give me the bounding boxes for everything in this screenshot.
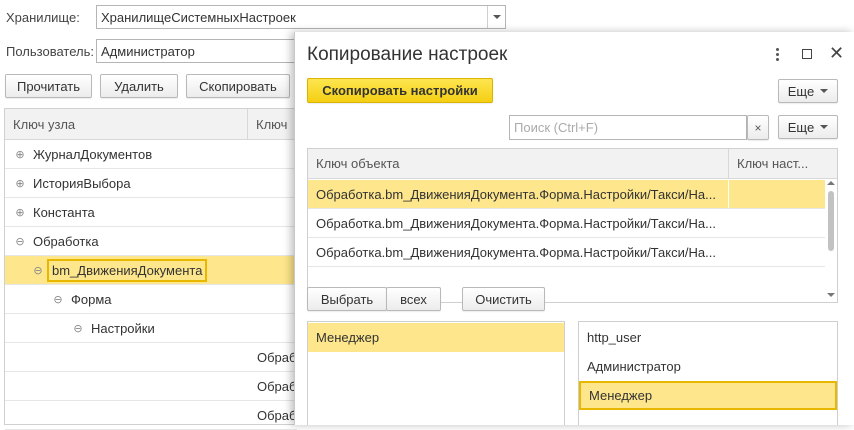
key-cell: Обраб: [257, 349, 297, 365]
object-key-cell: Обработка.bm_ДвиженияДокумента.Форма.Нас…: [316, 244, 716, 260]
search-input[interactable]: Поиск (Ctrl+F): [509, 115, 747, 140]
more-button-label: Еще: [787, 83, 815, 99]
more-button-label: Еще: [787, 119, 815, 135]
tree-row[interactable]: Обраб: [5, 401, 297, 430]
search-placeholder: Поиск (Ctrl+F): [514, 120, 599, 135]
maximize-icon[interactable]: [802, 49, 812, 59]
tree-node-label: Настройки: [91, 320, 155, 336]
settings-key-cell: [729, 180, 825, 208]
storage-field[interactable]: ХранилищеСистемныхНастроек: [96, 5, 506, 29]
tree-row-selected[interactable]: ⊖ bm_ДвиженияДокумента: [5, 256, 297, 285]
chevron-down-icon: [492, 15, 501, 19]
select-button[interactable]: Выбрать: [307, 287, 387, 311]
collapse-icon[interactable]: ⊖: [15, 235, 25, 248]
delete-button[interactable]: Удалить: [100, 74, 178, 98]
more-button-2[interactable]: Еще: [778, 115, 838, 139]
tree-header: Ключ узла Ключ: [5, 109, 297, 140]
object-key-cell: Обработка.bm_ДвиженияДокумента.Форма.Нас…: [308, 180, 729, 208]
storage-dropdown-button[interactable]: [487, 6, 505, 28]
list-item-selected[interactable]: Менеджер: [308, 323, 564, 352]
tree-node-label: Форма: [71, 291, 112, 307]
clear-button[interactable]: Очистить: [462, 287, 545, 311]
col-node-key[interactable]: Ключ узла: [5, 109, 248, 139]
settings-tree: Ключ узла Ключ ⊕ ЖурналДокументов ⊕ Исто…: [4, 108, 297, 430]
copy-button[interactable]: Скопировать: [186, 74, 290, 98]
object-key-cell: Обработка.bm_ДвиженияДокумента.Форма.Нас…: [316, 215, 716, 231]
tree-row[interactable]: ⊕ ЖурналДокументов: [5, 140, 297, 169]
expand-icon[interactable]: ⊕: [15, 177, 25, 190]
all-users-list: http_user Администратор Менеджер: [578, 321, 838, 425]
more-icon[interactable]: [769, 44, 785, 64]
col-object-key[interactable]: Ключ объекта: [308, 149, 729, 178]
table-row-selected[interactable]: Обработка.bm_ДвиженияДокумента.Форма.Нас…: [308, 180, 825, 209]
list-item[interactable]: http_user: [579, 323, 837, 352]
key-cell: Обраб: [257, 407, 297, 423]
user-name: Менеджер: [316, 330, 380, 345]
copy-settings-dialog: Копирование настроек ✕ Скопировать настр…: [294, 32, 854, 425]
settings-table: Ключ объекта Ключ наст... Обработка.bm_Д…: [307, 148, 838, 303]
scroll-thumb[interactable]: [828, 191, 834, 251]
close-icon[interactable]: ✕: [829, 43, 844, 63]
collapse-icon[interactable]: ⊖: [33, 264, 43, 277]
table-scrollbar[interactable]: [825, 179, 837, 302]
copy-settings-button[interactable]: Скопировать настройки: [307, 78, 493, 103]
col-settings-key[interactable]: Ключ наст...: [729, 156, 808, 171]
clear-icon: ×: [754, 120, 762, 135]
read-button[interactable]: Прочитать: [5, 74, 92, 98]
tree-node-label: ЖурналДокументов: [33, 146, 153, 162]
tree-row[interactable]: Обраб: [5, 372, 297, 401]
tree-node-label: bm_ДвиженияДокумента: [47, 258, 208, 282]
collapse-icon[interactable]: ⊖: [73, 322, 83, 335]
key-cell: Обраб: [257, 378, 297, 394]
table-row[interactable]: Обработка.bm_ДвиженияДокумента.Форма.Нас…: [308, 209, 825, 238]
dialog-title: Копирование настроек: [307, 44, 508, 65]
user-name: Администратор: [587, 359, 681, 374]
tree-row[interactable]: ⊖ Настройки: [5, 314, 297, 343]
user-label: Пользователь:: [6, 44, 94, 59]
tree-node-label: Обработка: [33, 233, 99, 249]
user-name: http_user: [587, 330, 642, 345]
chevron-down-icon: [820, 125, 829, 129]
table-row[interactable]: Обработка.bm_ДвиженияДокумента.Форма.Нас…: [308, 238, 825, 267]
tree-row[interactable]: ⊖ Форма: [5, 285, 297, 314]
list-item-selected[interactable]: Менеджер: [579, 381, 837, 410]
search-clear-button[interactable]: ×: [747, 115, 769, 140]
tree-row[interactable]: ⊕ Константа: [5, 198, 297, 227]
user-field[interactable]: Администратор: [96, 39, 306, 63]
collapse-icon[interactable]: ⊖: [53, 293, 63, 306]
settings-table-header: Ключ объекта Ключ наст...: [308, 149, 837, 179]
tree-row[interactable]: ⊕ ИсторияВыбора: [5, 169, 297, 198]
col-key[interactable]: Ключ: [248, 117, 287, 132]
selected-users-list: Менеджер: [307, 321, 565, 425]
tree-node-label: ИсторияВыбора: [33, 175, 131, 191]
expand-icon[interactable]: ⊕: [15, 148, 25, 161]
user-value: Администратор: [101, 43, 195, 59]
tree-row[interactable]: ⊖ Обработка: [5, 227, 297, 256]
expand-icon[interactable]: ⊕: [15, 206, 25, 219]
select-all-button[interactable]: всех: [386, 287, 441, 311]
chevron-down-icon: [820, 89, 829, 93]
storage-label: Хранилище:: [6, 10, 80, 25]
scroll-down-icon[interactable]: [827, 293, 835, 297]
tree-row[interactable]: Обраб: [5, 343, 297, 372]
tree-node-label: Константа: [33, 204, 95, 220]
list-item[interactable]: Администратор: [579, 352, 837, 381]
more-button[interactable]: Еще: [778, 79, 838, 103]
user-name: Менеджер: [589, 388, 653, 403]
scroll-up-icon[interactable]: [827, 181, 835, 185]
storage-value: ХранилищеСистемныхНастроек: [101, 9, 296, 25]
